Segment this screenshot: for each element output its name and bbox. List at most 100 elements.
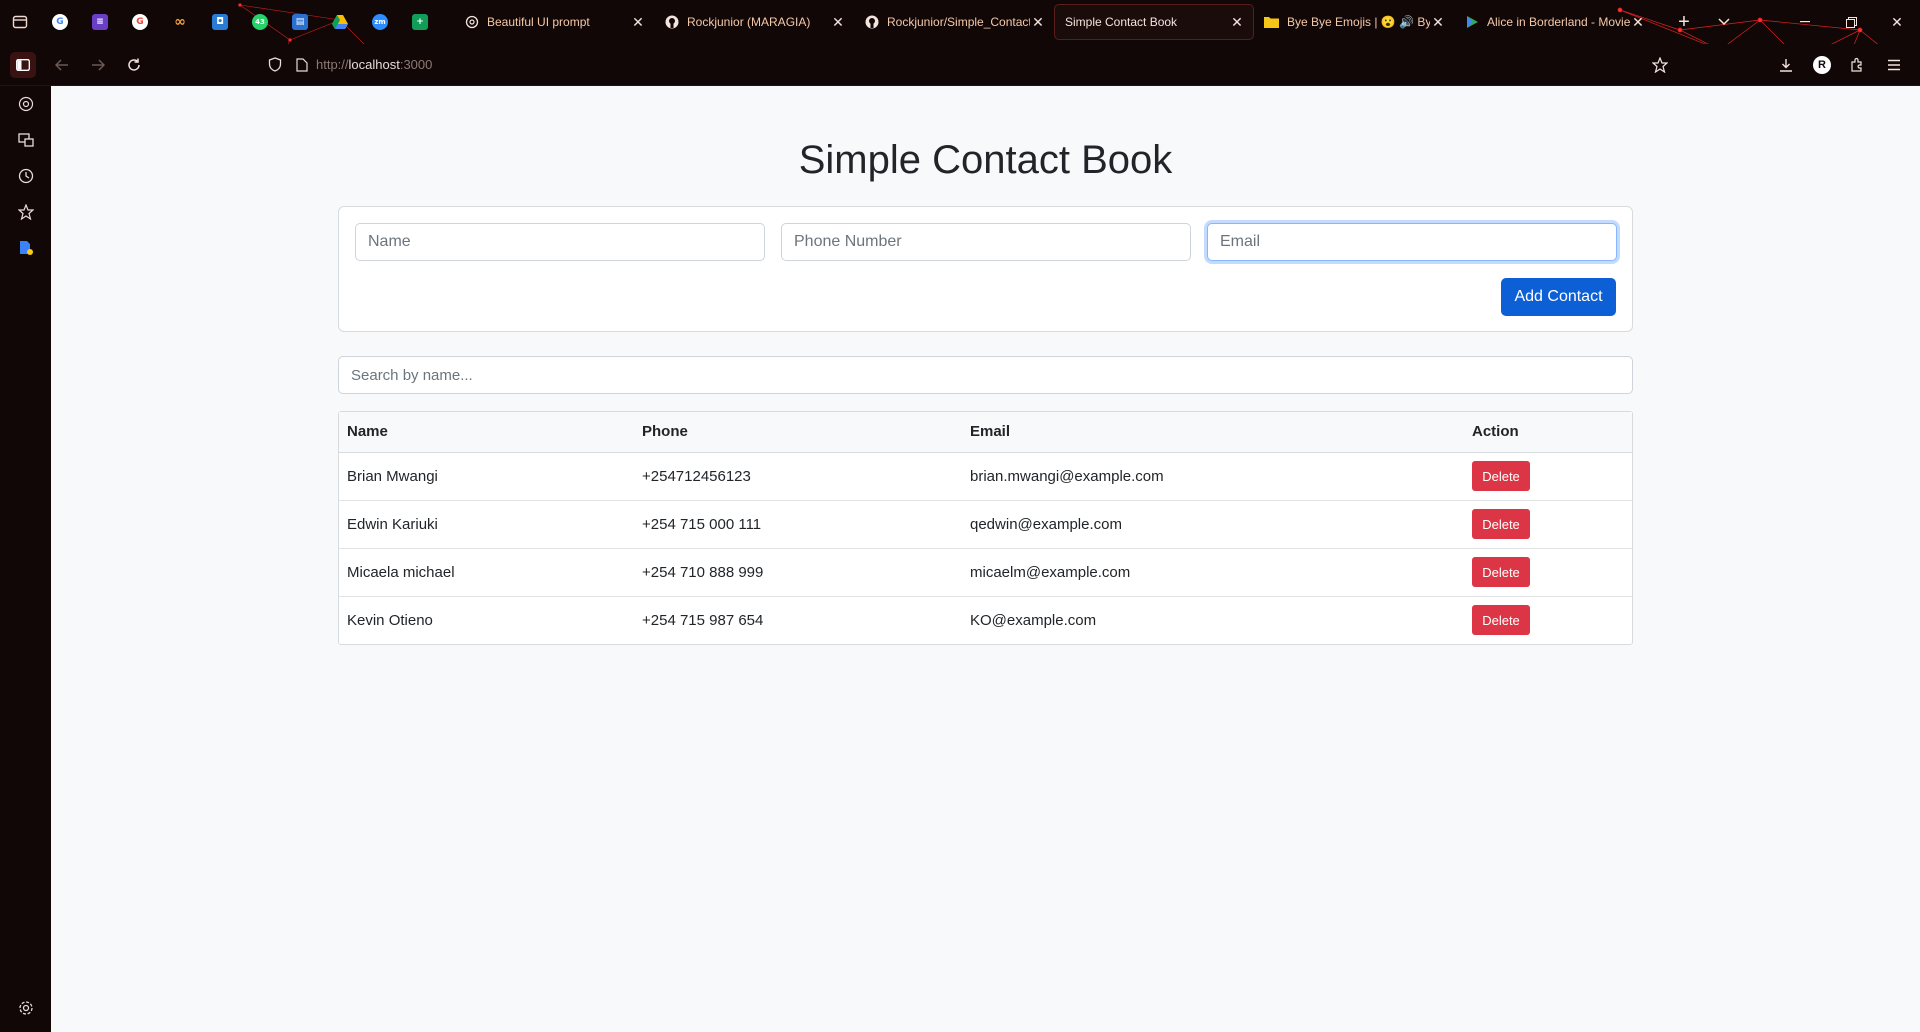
tab-title: Rockjunior (MARAGIA) [687,15,811,29]
star-icon [17,204,34,220]
whatsapp-icon: 43 [252,14,268,30]
new-tab-button[interactable]: + [1670,8,1698,36]
forms-icon: ≡ [92,14,108,30]
github-icon [664,15,679,30]
window-controls: ✕ [1782,0,1920,44]
url-prefix: http:// [316,57,349,72]
google-icon: G [132,14,148,30]
drive-icon [332,14,348,30]
search-input[interactable] [338,356,1633,394]
tab-rockjunior-maragia[interactable]: Rockjunior (MARAGIA) ✕ [654,4,854,40]
sidebar-icon [16,58,30,71]
restore-button[interactable] [1828,0,1874,44]
close-icon[interactable]: ✕ [1630,14,1646,31]
back-button[interactable] [44,47,80,83]
pinned-tab-drive[interactable] [320,0,360,44]
firefox-view-button[interactable] [0,0,40,44]
name-input[interactable] [355,223,765,261]
menu-button[interactable] [1876,47,1912,83]
minimize-button[interactable] [1782,0,1828,44]
pinned-tab-sheets[interactable]: + [400,0,440,44]
minimize-icon [1800,21,1810,23]
browser-sidebar [0,86,51,1032]
close-icon[interactable]: ✕ [1030,14,1046,31]
close-icon[interactable]: ✕ [1430,14,1446,31]
sidebar-history-button[interactable] [0,158,51,194]
contact-email: qedwin@example.com [962,500,1464,549]
delete-button[interactable]: Delete [1472,605,1530,636]
tab-title: Rockjunior/Simple_Contact [887,15,1030,29]
tab-bye-bye-emojis[interactable]: Bye Bye Emojis | 😮 🔊 Bye ✕ [1254,4,1454,40]
close-icon[interactable]: ✕ [1229,14,1245,31]
url-bar[interactable]: http://localhost:3000 [268,49,1618,81]
contact-phone: +254 710 888 999 [634,548,962,597]
delete-button[interactable]: Delete [1472,461,1530,491]
table-row: Edwin Kariuki +254 715 000 111 qedwin@ex… [339,500,1632,549]
openai-icon [464,15,479,30]
contact-name: Kevin Otieno [347,611,433,629]
extensions-button[interactable] [1840,47,1876,83]
sidebar-extension-button[interactable] [0,230,51,266]
robot-icon: ◘ [212,14,228,30]
tab-simple-contact-book[interactable]: Simple Contact Book ✕ [1054,4,1254,40]
contact-phone: +254 715 987 654 [642,611,764,629]
folder-icon [1264,15,1279,30]
contact-email: micaelm@example.com [962,548,1464,597]
account-button[interactable]: R [1804,47,1840,83]
close-window-button[interactable]: ✕ [1874,0,1920,44]
table-row: Kevin Otieno +254 715 987 654 KO@example… [339,596,1632,644]
contacts-table: Name Phone Email Action Brian Mwangi +25… [338,411,1633,645]
page-title: Simple Contact Book [798,138,1173,182]
pinned-tab-whatsapp[interactable]: 43 [240,0,280,44]
openai-icon [18,96,33,112]
downloads-button[interactable] [1768,47,1804,83]
delete-button[interactable]: Delete [1472,509,1530,539]
close-icon[interactable]: ✕ [630,14,646,31]
sidebar-bookmarks-button[interactable] [0,194,51,230]
sidebar-settings-button[interactable] [0,990,51,1026]
sidebar-toggle-button[interactable] [10,51,36,78]
tab-title: Beautiful UI prompt [487,15,590,29]
bookmark-star-button[interactable] [1642,47,1678,83]
play-icon [1464,15,1479,30]
tab-title: Alice in Borderland - Movie [1487,15,1630,29]
pinned-tab-robot[interactable]: ◘ [200,0,240,44]
plus-icon: + [1678,10,1690,33]
pinned-tab-zoom[interactable]: zm [360,0,400,44]
restore-icon [1845,16,1857,28]
table-header-row: Name Phone Email Action [339,412,1632,453]
pinned-tabs: G ≡ G ∞ ◘ 43 ▤ zm + [40,0,440,44]
pinned-tab-forms[interactable]: ≡ [80,0,120,44]
sidebar-synced-tabs-button[interactable] [0,122,51,158]
tab-beautiful-ui-prompt[interactable]: Beautiful UI prompt ✕ [454,4,654,40]
chevron-down-icon [1718,18,1730,26]
sheets-icon: + [412,14,428,30]
tab-alice-in-borderland[interactable]: Alice in Borderland - Movie ✕ [1454,4,1654,40]
list-all-tabs-button[interactable] [1710,8,1738,36]
tab-title: Simple Contact Book [1065,15,1178,29]
table-row: Brian Mwangi +254712456123 brian.mwangi@… [339,452,1632,501]
delete-button[interactable]: Delete [1472,557,1530,587]
tab-strip: G ≡ G ∞ ◘ 43 ▤ zm + Beautiful UI prompt … [0,0,1920,44]
sidebar-chatbot-button[interactable] [0,86,51,122]
add-contact-button[interactable]: Add Contact [1501,278,1616,316]
reload-button[interactable] [116,47,152,83]
zoom-icon: zm [372,14,388,30]
email-input[interactable] [1207,223,1617,261]
hamburger-icon [1888,59,1900,71]
forward-button[interactable] [80,47,116,83]
clock-icon [18,168,33,184]
phone-input[interactable] [781,223,1191,261]
pinned-tab-google-2[interactable]: G [120,0,160,44]
pinned-tab-calendar[interactable]: ▤ [280,0,320,44]
puzzle-icon [1851,57,1862,72]
download-icon [1780,59,1792,72]
pinned-tab-infinity[interactable]: ∞ [160,0,200,44]
close-icon[interactable]: ✕ [830,14,846,31]
document-person-icon [19,241,33,255]
pinned-tab-google[interactable]: G [40,0,80,44]
contact-email: brian.mwangi@example.com [962,452,1464,501]
synced-tabs-icon [17,133,34,147]
tab-simple-contact-repo[interactable]: Rockjunior/Simple_Contact ✕ [854,4,1054,40]
url-text[interactable]: http://localhost:3000 [316,57,432,72]
